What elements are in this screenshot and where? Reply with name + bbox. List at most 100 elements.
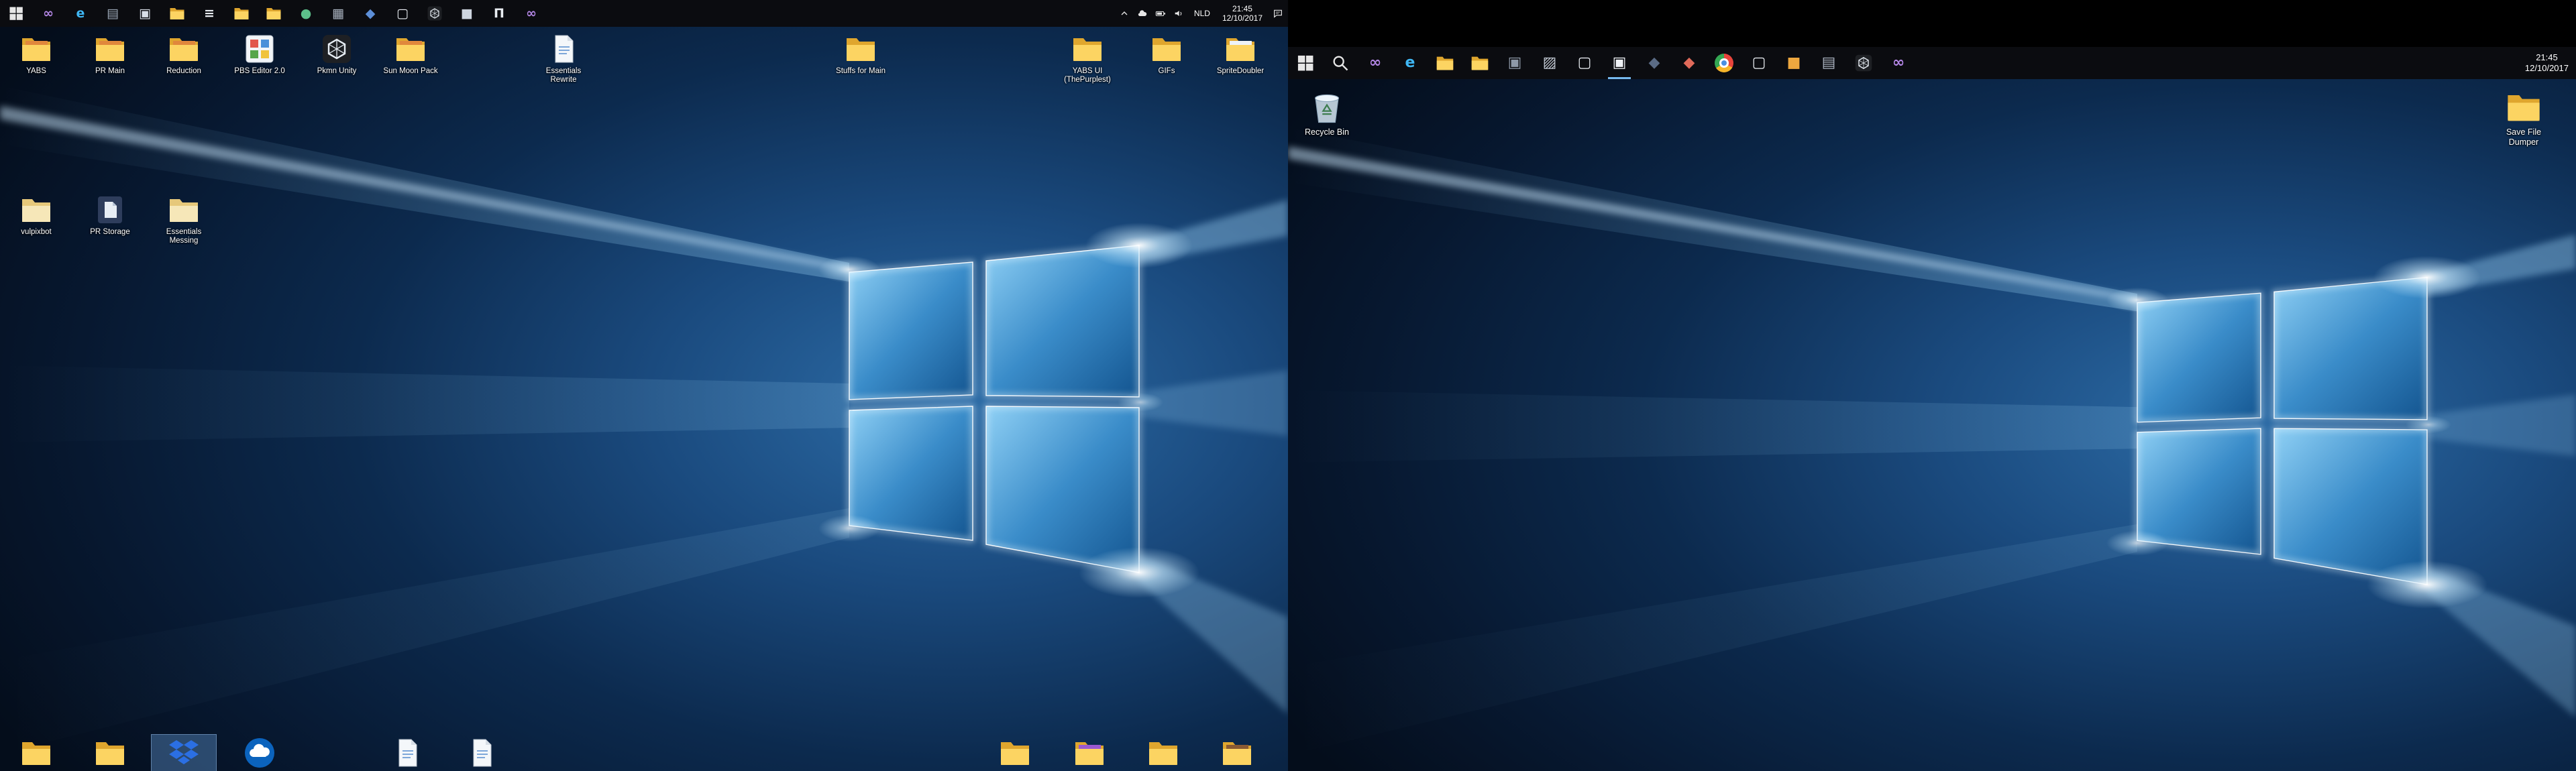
- desktop-icon-bottom-8[interactable]: [1057, 735, 1122, 771]
- taskbar-right: ∞ e ▣ ▨ ▢ ▣ ◆ ◆ ▢ ■ ▤ ∞ 21:45 12/10/2017: [1288, 47, 2576, 79]
- desktop-icon-yabs[interactable]: YABS: [4, 31, 68, 78]
- language-indicator[interactable]: NLD: [1188, 0, 1216, 27]
- app-icon: ▢: [1575, 54, 1594, 72]
- taskbar-app-visual-studio[interactable]: ∞: [1358, 47, 1393, 79]
- search-button[interactable]: [1323, 47, 1358, 79]
- desktop-icon-stuffs-for-main[interactable]: Stuffs for Main: [828, 31, 893, 78]
- desktop-icon-bottom-1[interactable]: [4, 735, 68, 771]
- desktop-icon-label: GIFs: [1159, 67, 1175, 76]
- start-button[interactable]: [1288, 47, 1323, 79]
- onedrive-tray-button[interactable]: [1134, 0, 1152, 27]
- taskbar-app-calculator[interactable]: ▢: [386, 0, 419, 27]
- taskbar-app-grey[interactable]: ▨: [1532, 47, 1567, 79]
- chevron-up-icon: [1119, 8, 1130, 19]
- desktop-icon-bottom-6[interactable]: [449, 735, 514, 771]
- app-icon: ▣: [1505, 54, 1524, 72]
- taskbar-app-blue[interactable]: ◆: [354, 0, 386, 27]
- folder-icon: [1073, 737, 1106, 769]
- desktop-icon-pr-main[interactable]: PR Main: [78, 31, 142, 78]
- desktop-icon-bottom-10[interactable]: [1205, 735, 1269, 771]
- battery-icon: [1155, 8, 1166, 19]
- folder-icon: [2506, 89, 2542, 125]
- visual-studio-icon: ∞: [40, 5, 56, 21]
- system-tray: NLD 21:45 12/10/2017: [1116, 0, 1288, 27]
- start-button[interactable]: [0, 0, 32, 27]
- taskbar-app-light[interactable]: ▢: [1741, 47, 1776, 79]
- taskbar-app-file-explorer[interactable]: [161, 0, 193, 27]
- app-icon: ▨: [1540, 54, 1559, 72]
- taskbar-app-photos[interactable]: ▣: [129, 0, 161, 27]
- action-center-button[interactable]: [1269, 0, 1287, 27]
- taskbar-app-window[interactable]: ▣: [1602, 47, 1637, 79]
- chrome-icon: [1715, 54, 1733, 72]
- desktop-icon-pr-storage[interactable]: PR Storage: [78, 192, 142, 239]
- folder-icon: [1436, 54, 1454, 72]
- desktop-icon-label: Reduction: [166, 67, 201, 76]
- desktop-icon-bottom-2[interactable]: [78, 735, 142, 771]
- desktop-icon-pbs-editor[interactable]: PBS Editor 2.0: [227, 31, 292, 78]
- cloud-icon: [1137, 8, 1148, 19]
- taskbar-app-visual-studio-2[interactable]: ∞: [515, 0, 547, 27]
- taskbar-app-devtool[interactable]: Π: [483, 0, 515, 27]
- taskbar-app-folder-2[interactable]: [258, 0, 290, 27]
- taskbar-app-folder-1[interactable]: [1428, 47, 1462, 79]
- taskbar-app-green[interactable]: ●: [290, 0, 322, 27]
- desktop-icon-bottom-9[interactable]: [1131, 735, 1195, 771]
- taskbar-app-mail[interactable]: ▤: [97, 0, 129, 27]
- taskbar-clock[interactable]: 21:45 12/10/2017: [1216, 0, 1269, 27]
- folder-icon: [20, 33, 52, 65]
- taskbar-app-chrome[interactable]: [1707, 47, 1741, 79]
- desktop-icon-save-file-dumper[interactable]: Save File Dumper: [2489, 87, 2559, 150]
- windows-wallpaper: [1288, 47, 2576, 771]
- folder-icon: [1470, 54, 1489, 72]
- folder-icon: [20, 737, 52, 769]
- app-icon: ◆: [1680, 54, 1699, 72]
- folder-icon: [169, 5, 185, 21]
- taskbar-app-visual-studio[interactable]: ∞: [32, 0, 64, 27]
- show-hidden-icons-button[interactable]: [1116, 0, 1134, 27]
- taskbar-app-red[interactable]: ◆: [1672, 47, 1707, 79]
- battery-button[interactable]: [1152, 0, 1170, 27]
- taskbar-app-folder-1[interactable]: [225, 0, 258, 27]
- taskbar-app-notepad[interactable]: ≡: [193, 0, 225, 27]
- volume-button[interactable]: [1170, 0, 1188, 27]
- desktop-icon-reduction[interactable]: Reduction: [152, 31, 216, 78]
- desktop-icon-label: PR Main: [95, 67, 125, 76]
- desktop-icon-essentials-rewrite[interactable]: Essentials Rewrite: [531, 31, 596, 86]
- taskbar-app-edge[interactable]: e: [64, 0, 97, 27]
- desktop-icon-pkmn-unity[interactable]: Pkmn Unity: [305, 31, 369, 78]
- desktop-icon-label: YABS: [26, 67, 46, 76]
- taskbar-app-navy[interactable]: ◆: [1637, 47, 1672, 79]
- folder-icon: [1221, 737, 1253, 769]
- desktop-icon-onedrive[interactable]: [227, 735, 292, 771]
- app-icon: ▦: [330, 5, 346, 21]
- taskbar-app-light[interactable]: ■: [451, 0, 483, 27]
- desktop-icon-bottom-5[interactable]: [375, 735, 439, 771]
- desktop-icon-yabs-ui[interactable]: YABS UI (ThePurplest): [1055, 31, 1120, 86]
- folder-icon: [845, 33, 877, 65]
- taskbar-app-grey[interactable]: ▦: [322, 0, 354, 27]
- taskbar-app-unity[interactable]: [419, 0, 451, 27]
- taskbar-clock[interactable]: 21:45 12/10/2017: [2519, 47, 2575, 79]
- folder-icon: [94, 737, 126, 769]
- taskbar-app-visual-studio-2[interactable]: ∞: [1881, 47, 1916, 79]
- taskbar-app-orange[interactable]: ■: [1776, 47, 1811, 79]
- taskbar-app-white[interactable]: ▢: [1567, 47, 1602, 79]
- desktop-icon-bottom-7[interactable]: [983, 735, 1047, 771]
- desktop-icon-gifs[interactable]: GIFs: [1134, 31, 1199, 78]
- edge-icon: e: [72, 5, 89, 21]
- desktop-icon-spritedoubler[interactable]: SpriteDoubler: [1208, 31, 1273, 78]
- taskbar-app-dark[interactable]: ▣: [1497, 47, 1532, 79]
- desktop-icon-essentials-messing[interactable]: Essentials Messing: [152, 192, 216, 247]
- desktop-icon-recycle-bin[interactable]: Recycle Bin: [1292, 87, 1362, 139]
- folder-icon: [1150, 33, 1183, 65]
- monitor-right: ∞ e ▣ ▨ ▢ ▣ ◆ ◆ ▢ ■ ▤ ∞ 21:45 12/10/2017…: [1288, 47, 2576, 771]
- desktop-icon-vulpixbot[interactable]: vulpixbot: [4, 192, 68, 239]
- taskbar-app-unity[interactable]: [1846, 47, 1881, 79]
- taskbar-app-silver[interactable]: ▤: [1811, 47, 1846, 79]
- taskbar-app-edge[interactable]: e: [1393, 47, 1428, 79]
- desktop-icon-dropbox[interactable]: [152, 735, 216, 771]
- desktop-icon-sun-moon-pack[interactable]: Sun Moon Pack: [378, 31, 443, 78]
- clock-time: 21:45: [1222, 4, 1263, 13]
- taskbar-app-folder-2[interactable]: [1462, 47, 1497, 79]
